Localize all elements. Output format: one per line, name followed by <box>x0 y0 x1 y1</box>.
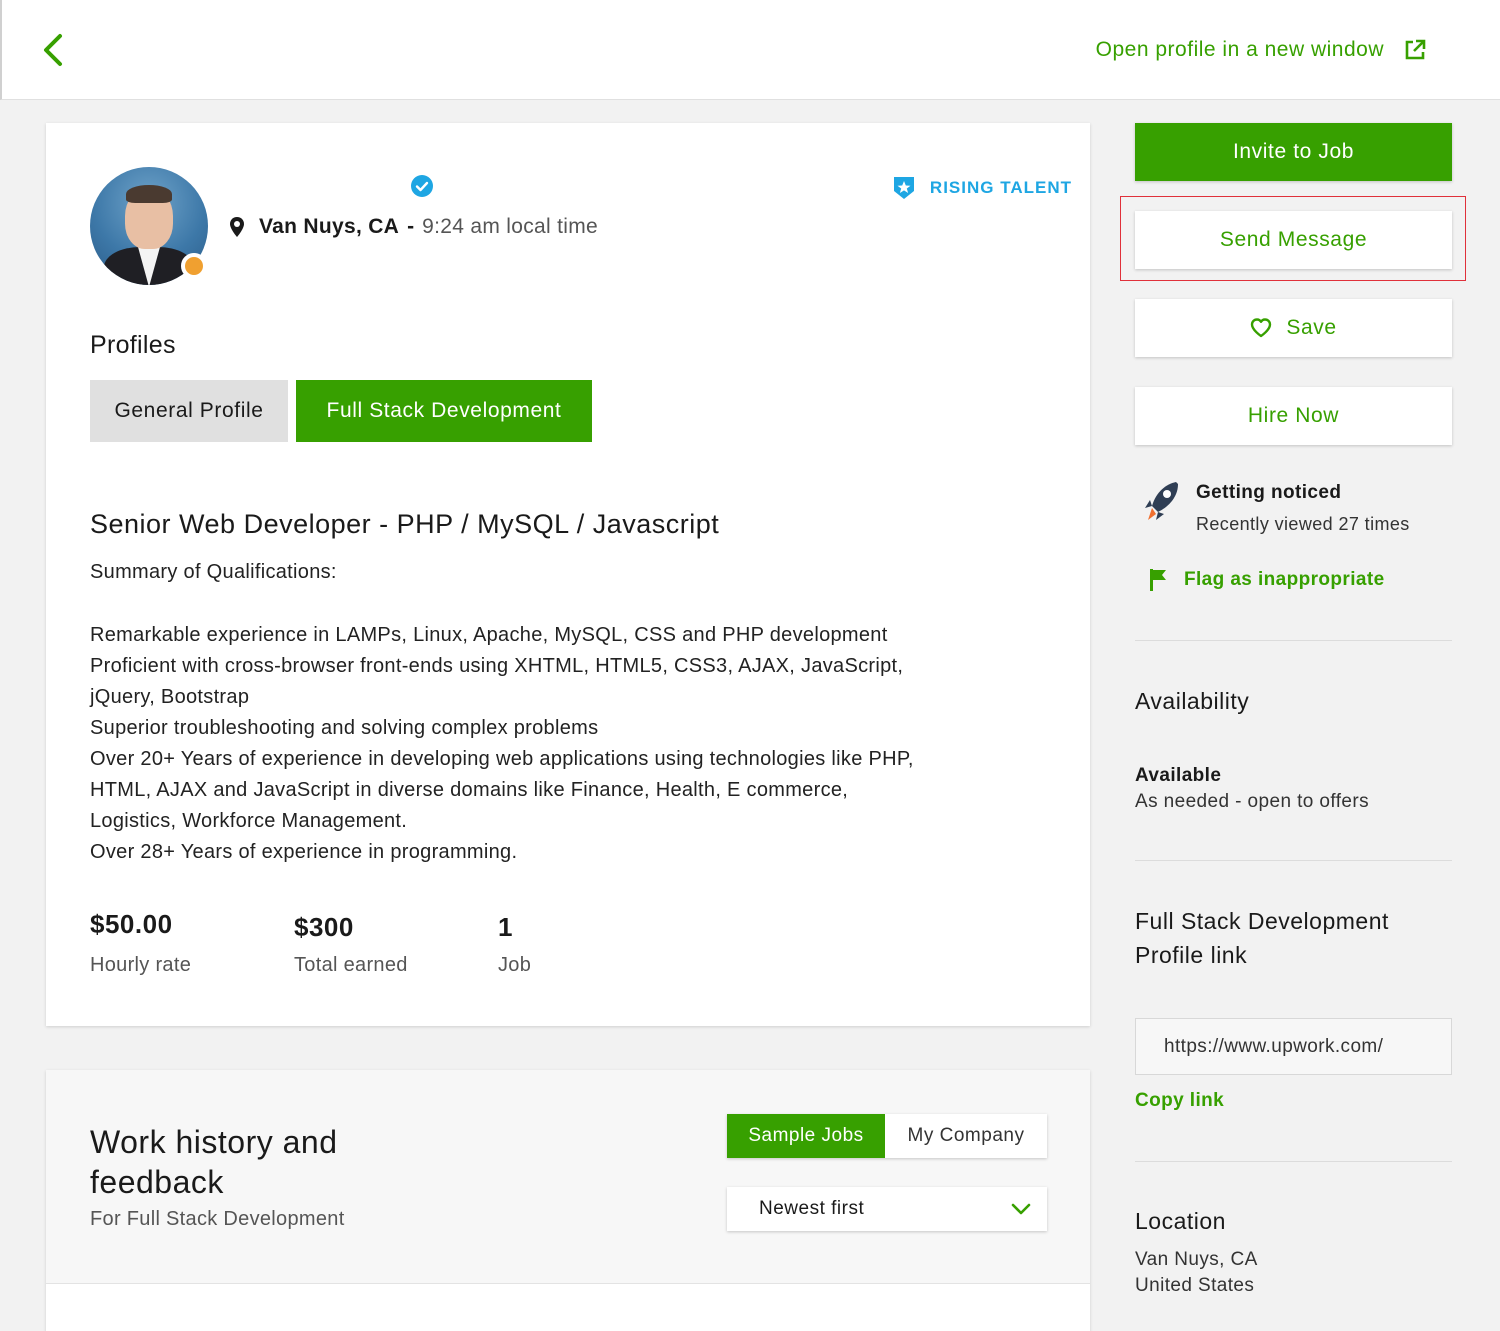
description-line: Remarkable experience in LAMPs, Linux, A… <box>90 624 888 646</box>
stat-value: $50.00 <box>90 909 173 939</box>
description-line: jQuery, Bootstrap <box>90 686 250 708</box>
job-title: Senior Web Developer - PHP / MySQL / Jav… <box>90 509 720 539</box>
status-dot <box>181 253 207 279</box>
sort-selected-value: Newest first <box>759 1198 865 1219</box>
open-profile-new-window-link[interactable]: Open profile in a new window <box>1096 36 1426 64</box>
flag-as-inappropriate-link[interactable]: Flag as inappropriate <box>1148 568 1385 592</box>
work-history-card: Work history and feedback For Full Stack… <box>46 1070 1090 1331</box>
work-history-subtitle: For Full Stack Development <box>90 1208 345 1230</box>
availability-heading: Availability <box>1135 688 1250 714</box>
segment-my-company[interactable]: My Company <box>885 1114 1047 1158</box>
hire-now-button[interactable]: Hire Now <box>1135 387 1452 445</box>
getting-noticed: Getting noticed Recently viewed 27 times <box>1142 478 1410 535</box>
save-button[interactable]: Save <box>1135 299 1452 357</box>
stat-jobs: 1 Job <box>498 912 531 977</box>
description-line: Logistics, Workforce Management. <box>90 810 408 832</box>
flag-label: Flag as inappropriate <box>1184 569 1385 590</box>
stat-label: Job <box>498 954 532 976</box>
getting-noticed-text: Recently viewed 27 times <box>1196 514 1410 534</box>
segment-sample-jobs[interactable]: Sample Jobs <box>727 1114 885 1158</box>
local-time: 9:24 am local time <box>422 215 598 238</box>
description-line: Superior troubleshooting and solving com… <box>90 717 599 739</box>
save-label: Save <box>1286 316 1337 339</box>
flag-icon <box>1150 569 1166 591</box>
location-separator: - <box>407 215 415 238</box>
stat-label: Hourly rate <box>90 954 192 976</box>
send-message-button[interactable]: Send Message <box>1135 211 1452 269</box>
rocket-icon <box>1145 482 1178 520</box>
rising-talent-badge: RISING TALENT <box>892 175 1072 201</box>
map-pin-icon <box>229 216 245 238</box>
tab-general-profile[interactable]: General Profile <box>90 380 288 442</box>
profile-link-heading-line2: Profile link <box>1135 942 1248 968</box>
stat-total-earned: $300 Total earned <box>294 912 408 977</box>
availability-detail: As needed - open to offers <box>1135 791 1369 812</box>
back-button[interactable] <box>36 30 70 70</box>
rising-talent-badge-icon <box>893 177 914 199</box>
rising-talent-label: RISING TALENT <box>929 178 1072 197</box>
external-link-icon <box>1404 39 1426 61</box>
chevron-left-icon <box>44 34 62 66</box>
freelancer-location: Van Nuys, CA - 9:24 am local time <box>229 213 598 241</box>
description-line: Over 20+ Years of experience in developi… <box>90 748 914 770</box>
stat-value: $300 <box>294 912 354 942</box>
profile-link-heading: Full Stack Development <box>1135 908 1389 934</box>
top-bar: Open profile in a new window <box>0 0 1500 100</box>
invite-to-job-button[interactable]: Invite to Job <box>1135 123 1452 181</box>
getting-noticed-title: Getting noticed <box>1196 482 1342 503</box>
summary-heading: Summary of Qualifications: <box>90 561 337 583</box>
profiles-heading: Profiles <box>90 331 176 359</box>
work-history-title: Work history and feedback <box>90 1124 338 1200</box>
sort-dropdown[interactable]: Newest first <box>727 1187 1047 1231</box>
stat-value: 1 <box>498 912 513 942</box>
profile-card: Van Nuys, CA - 9:24 am local time RISING… <box>46 123 1090 1026</box>
open-profile-label: Open profile in a new window <box>1095 38 1384 61</box>
availability-status: Available <box>1135 765 1222 786</box>
stat-label: Total earned <box>294 954 408 976</box>
work-history-segment-control: Sample Jobs My Company <box>727 1114 1047 1158</box>
profile-description: Remarkable experience in LAMPs, Linux, A… <box>90 620 1010 868</box>
profile-link-field[interactable] <box>1135 1018 1452 1075</box>
stat-hourly-rate: $50.00 Hourly rate <box>90 909 191 977</box>
location-city: Van Nuys, CA <box>259 215 400 238</box>
copy-link-button[interactable]: Copy link <box>1135 1090 1224 1112</box>
description-line: Over 28+ Years of experience in programm… <box>90 841 518 863</box>
location-heading: Location <box>1135 1208 1226 1234</box>
tab-full-stack-development[interactable]: Full Stack Development <box>296 380 592 442</box>
verified-check-icon <box>411 175 433 197</box>
heart-icon <box>1251 318 1272 338</box>
location-city-sidebar: Van Nuys, CA <box>1135 1249 1258 1270</box>
description-line: Proficient with cross-browser front-ends… <box>90 655 904 677</box>
location-country: United States <box>1135 1275 1255 1296</box>
chevron-down-icon <box>1011 1203 1031 1215</box>
description-line: HTML, AJAX and JavaScript in diverse dom… <box>90 779 849 801</box>
